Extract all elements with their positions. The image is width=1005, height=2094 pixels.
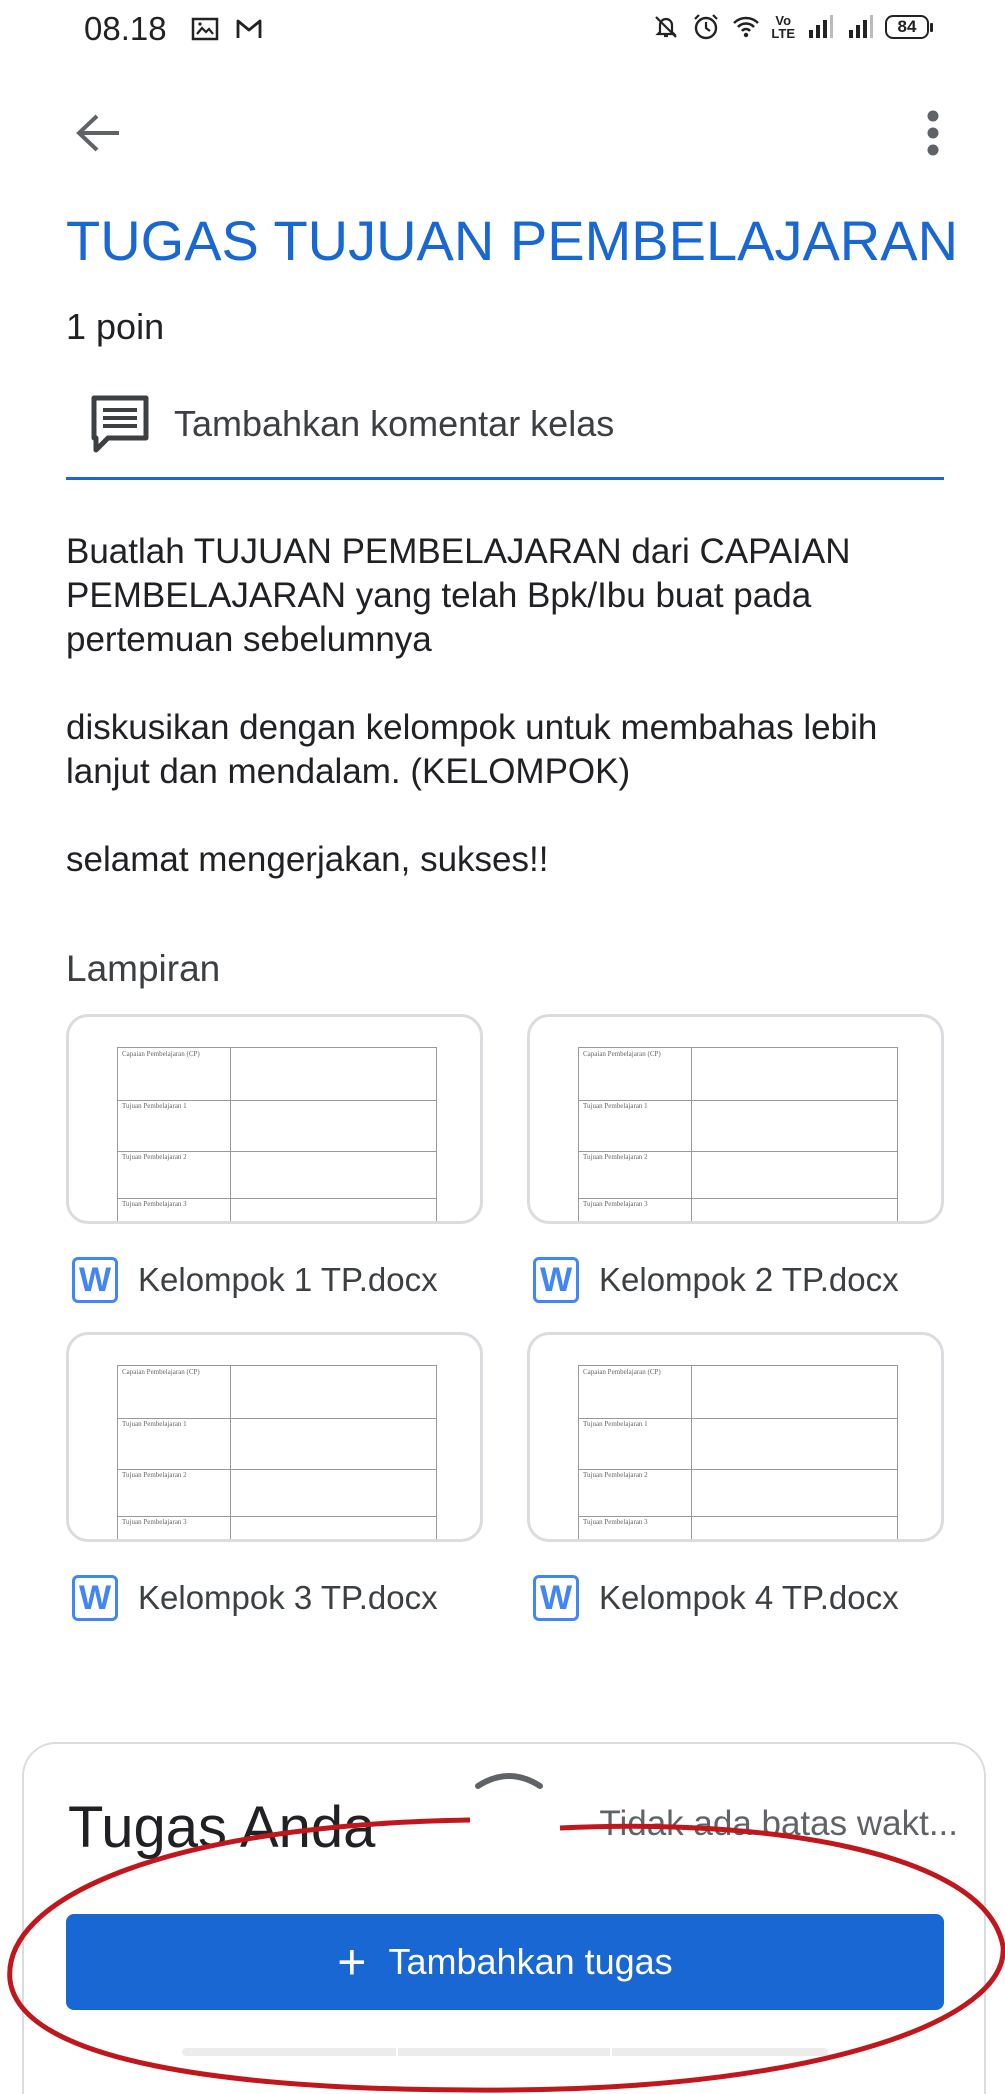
document-preview: Capaian Pembelajaran (CP) Tujuan Pembela… bbox=[117, 1365, 437, 1539]
attachment-item[interactable]: W Kelompok 2 TP.docx bbox=[533, 1252, 899, 1308]
attachments-heading: Lampiran bbox=[66, 948, 221, 989]
your-work-title: Tugas Anda bbox=[68, 1795, 376, 1860]
assignment-page: 08.18 Vo LTE 84 TUGAS TUJUAN PEMBELAJARA… bbox=[0, 0, 1005, 2094]
description-paragraph: Buatlah TUJUAN PEMBELAJARAN dari CAPAIAN… bbox=[66, 532, 851, 659]
attachment-thumbnail[interactable]: Capaian Pembelajaran (CP) Tujuan Pembela… bbox=[66, 1014, 483, 1224]
comment-placeholder: Tambahkan komentar kelas bbox=[174, 402, 615, 444]
document-preview: Capaian Pembelajaran (CP) Tujuan Pembela… bbox=[578, 1047, 898, 1221]
more-vert-icon bbox=[927, 110, 939, 156]
attachment-item[interactable]: W Kelompok 4 TP.docx bbox=[533, 1570, 899, 1626]
document-preview: Capaian Pembelajaran (CP) Tujuan Pembela… bbox=[117, 1047, 437, 1221]
attachment-filename: Kelompok 3 TP.docx bbox=[138, 1579, 438, 1616]
signal-icon bbox=[809, 15, 833, 38]
add-work-button[interactable]: + Tambahkan tugas bbox=[66, 1914, 944, 2010]
bell-off-icon bbox=[655, 16, 678, 38]
status-bar: 08.18 Vo LTE 84 bbox=[0, 0, 1005, 60]
gesture-navigation-bar[interactable] bbox=[182, 2048, 828, 2056]
assignment-description: Buatlah TUJUAN PEMBELAJARAN dari CAPAIAN… bbox=[66, 530, 956, 926]
gmail-icon bbox=[236, 19, 262, 38]
assignment-points: 1 poin bbox=[66, 306, 165, 347]
word-doc-icon: W bbox=[533, 1575, 579, 1621]
attachment-item[interactable]: W Kelompok 1 TP.docx bbox=[72, 1252, 438, 1308]
alarm-icon bbox=[694, 14, 719, 40]
attachment-filename: Kelompok 2 TP.docx bbox=[599, 1261, 899, 1298]
more-options-button[interactable] bbox=[913, 105, 953, 161]
add-work-label: Tambahkan tugas bbox=[388, 1941, 673, 1982]
word-doc-icon: W bbox=[72, 1575, 118, 1621]
arrow-back-icon bbox=[76, 114, 119, 152]
word-doc-icon: W bbox=[72, 1257, 118, 1303]
volte-icon: Vo LTE bbox=[771, 13, 795, 41]
plus-icon: + bbox=[337, 1934, 367, 1990]
description-paragraph: selamat mengerjakan, sukses!! bbox=[66, 840, 549, 879]
attachment-filename: Kelompok 1 TP.docx bbox=[138, 1261, 438, 1298]
gallery-icon bbox=[191, 17, 219, 41]
status-time: 08.18 bbox=[84, 10, 167, 47]
attachment-thumbnail[interactable]: Capaian Pembelajaran (CP) Tujuan Pembela… bbox=[66, 1332, 483, 1542]
signal-icon bbox=[849, 15, 873, 38]
due-status: Tidak ada batas wakt... bbox=[599, 1804, 958, 1843]
comment-icon bbox=[91, 395, 149, 452]
word-doc-icon: W bbox=[533, 1257, 579, 1303]
document-preview: Capaian Pembelajaran (CP) Tujuan Pembela… bbox=[578, 1365, 898, 1539]
expand-handle-icon[interactable] bbox=[474, 1764, 544, 1790]
add-class-comment[interactable]: Tambahkan komentar kelas bbox=[66, 370, 944, 480]
description-paragraph: diskusikan dengan kelompok untuk membaha… bbox=[66, 708, 878, 791]
assignment-title: TUGAS TUJUAN PEMBELAJARAN bbox=[66, 209, 959, 272]
wifi-icon bbox=[733, 16, 760, 38]
back-button[interactable] bbox=[70, 105, 126, 161]
battery-icon: 84 bbox=[885, 15, 933, 39]
attachment-thumbnail[interactable]: Capaian Pembelajaran (CP) Tujuan Pembela… bbox=[527, 1014, 944, 1224]
attachment-thumbnail[interactable]: Capaian Pembelajaran (CP) Tujuan Pembela… bbox=[527, 1332, 944, 1542]
attachment-item[interactable]: W Kelompok 3 TP.docx bbox=[72, 1570, 438, 1626]
attachment-filename: Kelompok 4 TP.docx bbox=[599, 1579, 899, 1616]
